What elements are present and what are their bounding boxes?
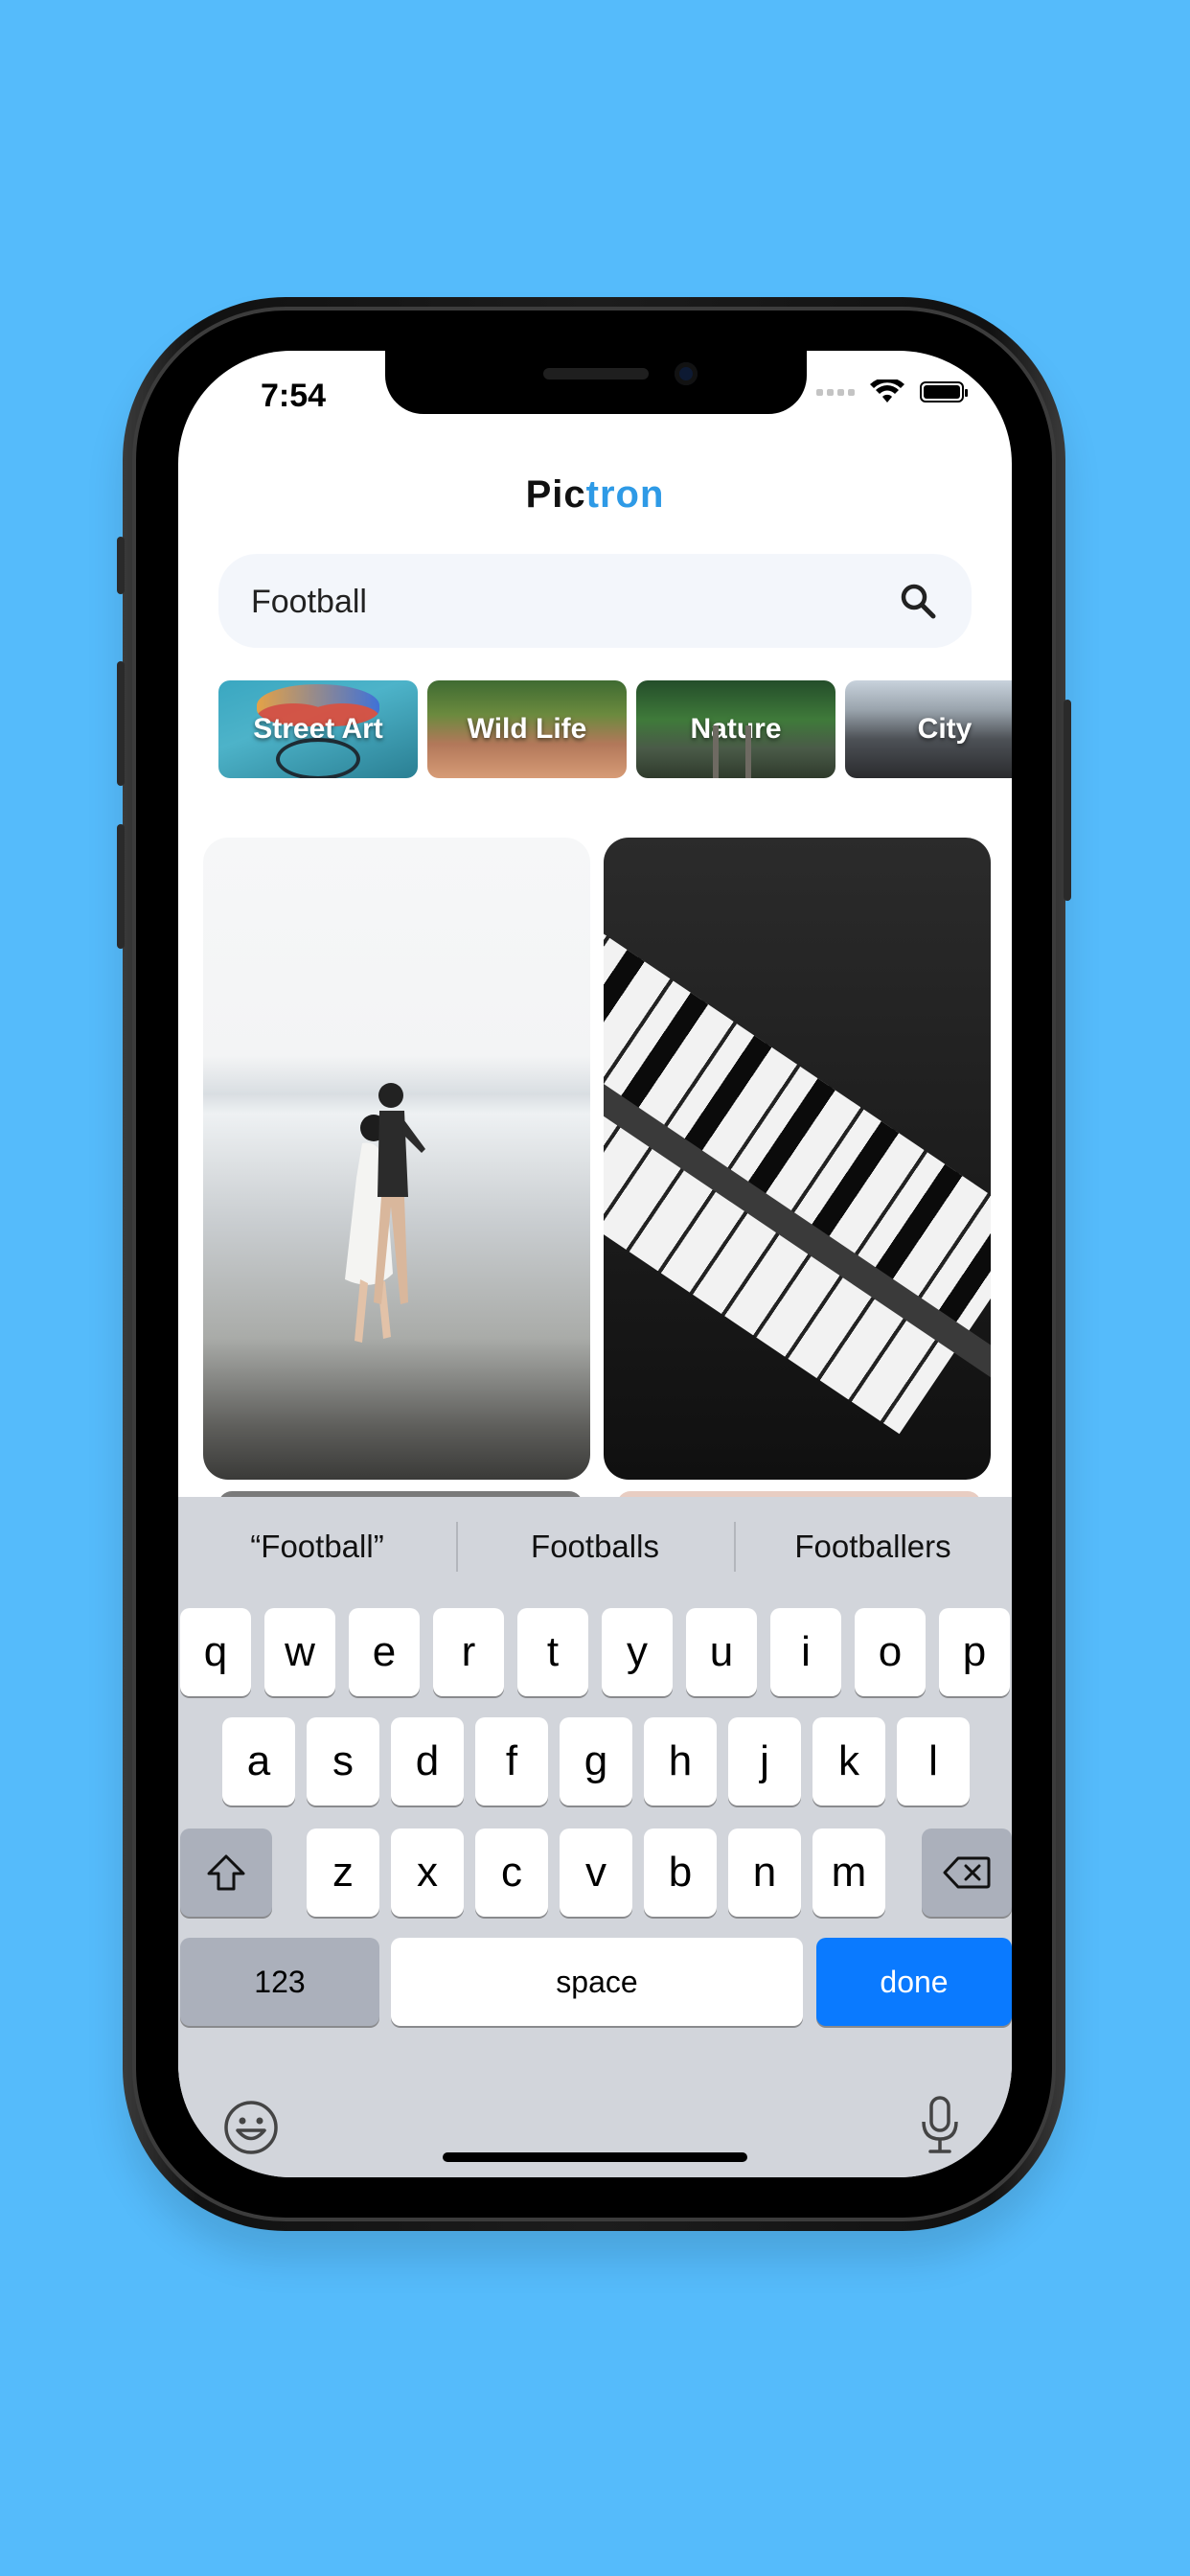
key-y[interactable]: y <box>602 1608 673 1696</box>
shift-key[interactable] <box>180 1828 272 1917</box>
home-indicator[interactable] <box>443 2152 747 2162</box>
battery-icon <box>920 381 968 402</box>
key-o[interactable]: o <box>855 1608 926 1696</box>
numbers-key[interactable]: 123 <box>180 1938 379 2026</box>
category-list: Street Art Wild Life Nature City <box>218 680 1012 778</box>
key-j[interactable]: j <box>728 1717 801 1806</box>
key-e[interactable]: e <box>349 1608 420 1696</box>
microphone-icon[interactable] <box>919 2095 961 2156</box>
piano-keys <box>604 895 991 1435</box>
key-r[interactable]: r <box>433 1608 504 1696</box>
front-camera <box>675 362 698 385</box>
key-k[interactable]: k <box>812 1717 885 1806</box>
app-title-part1: Pic <box>525 473 586 516</box>
person-figure <box>374 1083 425 1304</box>
done-key[interactable]: done <box>816 1938 1012 2026</box>
key-f[interactable]: f <box>475 1717 548 1806</box>
key-n[interactable]: n <box>728 1828 801 1917</box>
status-icons <box>816 380 968 404</box>
key-g[interactable]: g <box>560 1717 632 1806</box>
key-m[interactable]: m <box>812 1828 885 1917</box>
keyboard: “Football” Footballs Footballers q w e r… <box>178 1497 1012 2177</box>
key-a[interactable]: a <box>222 1717 295 1806</box>
category-city[interactable]: City <box>845 680 1012 778</box>
category-wild-life[interactable]: Wild Life <box>427 680 627 778</box>
suggestion-item[interactable]: Footballs <box>456 1497 734 1597</box>
suggestion-item[interactable]: “Football” <box>178 1497 456 1597</box>
key-i[interactable]: i <box>770 1608 841 1696</box>
key-s[interactable]: s <box>307 1717 379 1806</box>
wifi-icon <box>870 380 904 402</box>
emoji-icon[interactable] <box>222 2099 280 2156</box>
status-time: 7:54 <box>261 378 327 414</box>
key-b[interactable]: b <box>644 1828 717 1917</box>
key-u[interactable]: u <box>686 1608 757 1696</box>
search-bar[interactable] <box>218 554 972 650</box>
key-t[interactable]: t <box>517 1608 588 1696</box>
suggestion-bar: “Football” Footballs Footballers <box>178 1497 1012 1597</box>
key-l[interactable]: l <box>897 1717 970 1806</box>
backspace-key[interactable] <box>922 1828 1012 1917</box>
category-street-art[interactable]: Street Art <box>218 680 418 778</box>
suggestion-item[interactable]: Footballers <box>734 1497 1012 1597</box>
power-button <box>1064 700 1071 901</box>
photo-beach-couple[interactable] <box>203 838 590 1480</box>
key-w[interactable]: w <box>264 1608 335 1696</box>
notch <box>385 351 807 414</box>
key-x[interactable]: x <box>391 1828 464 1917</box>
phone-screen: 7:54 Pictron Street Art Wild Life Nature <box>178 351 1012 2177</box>
key-z[interactable]: z <box>307 1828 379 1917</box>
category-label: City <box>917 713 973 745</box>
key-p[interactable]: p <box>939 1608 1010 1696</box>
key-q[interactable]: q <box>180 1608 251 1696</box>
key-h[interactable]: h <box>644 1717 717 1806</box>
key-d[interactable]: d <box>391 1717 464 1806</box>
silent-switch <box>117 537 125 594</box>
photo-piano[interactable] <box>604 838 991 1480</box>
category-label: Street Art <box>253 713 383 745</box>
search-input[interactable] <box>249 554 866 650</box>
app-title-part2: tron <box>585 473 665 516</box>
volume-up-button <box>117 661 125 786</box>
key-c[interactable]: c <box>475 1828 548 1917</box>
volume-down-button <box>117 824 125 949</box>
backspace-icon <box>943 1856 991 1889</box>
search-icon <box>901 584 936 619</box>
signal-icon <box>816 388 855 396</box>
category-nature[interactable]: Nature <box>636 680 835 778</box>
space-key[interactable]: space <box>391 1938 803 2026</box>
search-button[interactable] <box>899 582 937 620</box>
category-label: Wild Life <box>467 713 587 745</box>
category-label: Nature <box>690 713 782 745</box>
key-v[interactable]: v <box>560 1828 632 1917</box>
app-title: Pictron <box>178 473 1012 517</box>
shift-icon <box>207 1854 245 1891</box>
